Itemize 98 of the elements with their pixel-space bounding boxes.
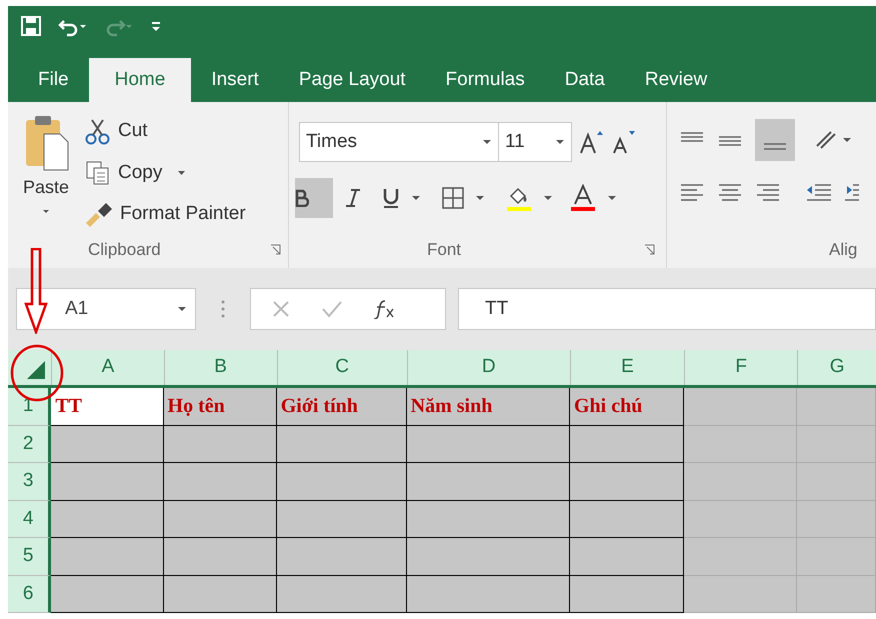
table-cell[interactable]	[797, 576, 876, 613]
dialog-launcher-icon[interactable]	[270, 244, 282, 256]
bold-button[interactable]	[295, 178, 333, 218]
table-cell[interactable]	[164, 538, 277, 576]
table-cell[interactable]	[164, 426, 277, 463]
scissors-icon	[84, 118, 112, 146]
column-header[interactable]: G	[797, 350, 876, 385]
formula-field[interactable]: TT	[458, 288, 876, 330]
caret-icon	[543, 194, 553, 202]
column-header[interactable]: A	[51, 350, 164, 385]
paste-button[interactable]: Paste	[8, 110, 84, 232]
row-header[interactable]: 4	[8, 500, 52, 538]
row-header[interactable]: 6	[8, 576, 52, 613]
paintbrush-icon	[84, 201, 114, 228]
table-cell[interactable]	[276, 576, 407, 613]
caret-icon	[41, 207, 51, 215]
table-cell[interactable]	[570, 463, 684, 500]
ribbon-tab[interactable]: Insert	[191, 58, 279, 102]
ribbon-tab[interactable]: File	[18, 58, 89, 102]
name-box[interactable]: A1	[16, 288, 196, 330]
table-cell[interactable]	[51, 463, 164, 500]
font-color-icon[interactable]	[569, 184, 597, 212]
bottom-align-button[interactable]	[755, 119, 795, 161]
table-cell[interactable]	[276, 463, 407, 500]
column-header[interactable]: E	[570, 350, 684, 385]
table-cell[interactable]	[684, 426, 798, 463]
table-cell[interactable]: TT	[51, 388, 164, 426]
format-painter-button[interactable]: Format Painter	[84, 196, 246, 232]
row-header[interactable]: 5	[8, 538, 52, 576]
table-cell[interactable]: Giới tính	[276, 388, 407, 426]
select-all-icon[interactable]	[25, 359, 46, 379]
table-cell[interactable]	[797, 500, 876, 538]
borders-icon[interactable]	[441, 186, 465, 210]
bold-icon	[295, 189, 309, 207]
table-cell[interactable]	[684, 463, 798, 500]
shrink-font-icon[interactable]	[610, 129, 636, 155]
table-cell[interactable]	[797, 388, 876, 426]
table-cell[interactable]	[406, 500, 570, 538]
dialog-launcher-icon[interactable]	[644, 244, 656, 256]
font-name-field[interactable]: Times	[299, 122, 499, 162]
caret-icon	[411, 194, 421, 202]
row-header[interactable]: 2	[8, 426, 52, 463]
save-icon[interactable]	[20, 15, 42, 37]
ribbon-tab[interactable]: Review	[624, 58, 728, 102]
table-cell[interactable]	[406, 576, 570, 613]
copy-button[interactable]: Copy	[84, 155, 246, 191]
table-cell[interactable]	[406, 463, 570, 500]
cut-button[interactable]: Cut	[84, 114, 246, 150]
row-header[interactable]: 3	[8, 463, 52, 500]
table-cell[interactable]	[797, 538, 876, 576]
ribbon-tab[interactable]: Formulas	[426, 58, 545, 102]
table-cell[interactable]	[797, 426, 876, 463]
column-header[interactable]: C	[276, 350, 407, 385]
table-cell[interactable]	[406, 538, 570, 576]
table-cell[interactable]	[684, 388, 798, 426]
underline-icon[interactable]	[381, 186, 401, 210]
table-cell[interactable]	[51, 538, 164, 576]
column-header[interactable]: B	[164, 350, 277, 385]
column-header[interactable]: F	[684, 350, 798, 385]
ribbon-tab[interactable]: Data	[544, 58, 625, 102]
table-cell[interactable]	[164, 463, 277, 500]
check-icon[interactable]	[321, 299, 343, 319]
group-label: Alig	[829, 239, 858, 262]
table-cell[interactable]	[570, 500, 684, 538]
table-cell[interactable]	[406, 426, 570, 463]
table-cell[interactable]	[684, 500, 798, 538]
table-cell[interactable]	[570, 576, 684, 613]
ribbon-tab[interactable]: Page Layout	[278, 58, 426, 102]
caret-icon	[607, 194, 617, 202]
table-cell[interactable]	[51, 500, 164, 538]
table-cell[interactable]: Ghi chú	[570, 388, 684, 426]
table-cell[interactable]	[51, 576, 164, 613]
table-cell[interactable]	[570, 426, 684, 463]
bottom-align-icon	[762, 141, 788, 153]
table-cell[interactable]	[164, 576, 277, 613]
table-cell[interactable]	[164, 500, 277, 538]
ribbon-tab[interactable]: Home	[88, 58, 192, 102]
table-cell[interactable]: Họ tên	[164, 388, 277, 426]
caret-icon	[475, 194, 485, 202]
grip-icon	[220, 299, 226, 319]
caret-icon	[177, 305, 187, 313]
table-cell[interactable]	[276, 500, 407, 538]
grow-font-icon[interactable]	[578, 129, 604, 155]
group-label: Clipboard	[88, 239, 161, 262]
table-cell[interactable]	[570, 538, 684, 576]
table-cell[interactable]	[684, 576, 798, 613]
italic-icon[interactable]	[343, 187, 363, 209]
column-header[interactable]: D	[406, 350, 570, 385]
table-cell[interactable]	[276, 426, 407, 463]
group-label: Font	[427, 239, 462, 262]
table-cell[interactable]	[276, 538, 407, 576]
table-cell[interactable]: Năm sinh	[406, 388, 570, 426]
table-cell[interactable]	[684, 538, 798, 576]
table-cell[interactable]	[797, 463, 876, 500]
caret-icon	[555, 138, 565, 146]
table-cell[interactable]	[51, 426, 164, 463]
caret-icon	[482, 138, 492, 146]
font-size-field[interactable]: 11	[498, 122, 572, 162]
